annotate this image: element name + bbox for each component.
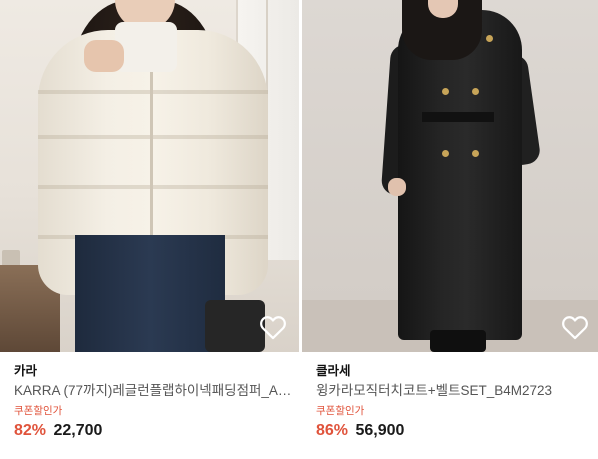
coupon-price-label: 쿠폰할인가 [316,405,365,417]
brand-name[interactable]: 카라 [14,362,293,380]
heart-outline-icon[interactable] [561,314,589,340]
price-row: 82% 22,700 [14,420,293,442]
discount-rate: 86% [316,422,349,439]
product-image[interactable] [0,0,299,352]
product-title[interactable]: KARRA (77까지)레글런플랩하이넥패딩점퍼_A4W2018 [14,380,293,402]
product-info: 카라 KARRA (77까지)레글런플랩하이넥패딩점퍼_A4W2018 쿠폰할인… [14,362,293,442]
product-card[interactable]: 카라 KARRA (77까지)레글런플랩하이넥패딩점퍼_A4W2018 쿠폰할인… [0,0,299,459]
product-title[interactable]: 윙카라모직터치코트+벨트SET_B4M2723 [316,380,595,402]
discount-rate: 82% [14,422,47,439]
product-card[interactable]: 클라세 윙카라모직터치코트+벨트SET_B4M2723 쿠폰할인가 86% 56… [302,0,598,459]
product-info: 클라세 윙카라모직터치코트+벨트SET_B4M2723 쿠폰할인가 86% 56… [316,362,595,442]
sale-price: 56,900 [355,422,405,439]
coupon-price-label: 쿠폰할인가 [14,405,63,417]
product-image[interactable] [302,0,598,352]
brand-name[interactable]: 클라세 [316,362,595,380]
sale-price: 22,700 [53,422,103,439]
price-row: 86% 56,900 [316,420,595,442]
heart-outline-icon[interactable] [259,314,287,340]
